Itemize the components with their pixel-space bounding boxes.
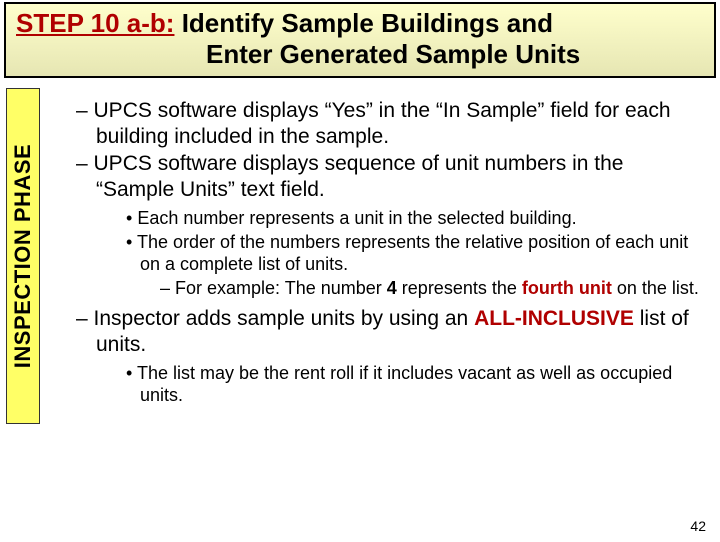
- list-item: The list may be the rent roll if it incl…: [58, 363, 702, 407]
- list-item: The order of the numbers represents the …: [58, 232, 702, 276]
- title-line-1: STEP 10 a-b: Identify Sample Buildings a…: [16, 8, 704, 39]
- list-item: Inspector adds sample units by using an …: [58, 306, 702, 357]
- list-item: UPCS software displays sequence of unit …: [58, 151, 702, 202]
- list-item: Each number represents a unit in the sel…: [58, 208, 702, 230]
- phase-label: INSPECTION PHASE: [10, 144, 36, 368]
- title-line-2: Enter Generated Sample Units: [16, 39, 704, 70]
- sub-list: Each number represents a unit in the sel…: [58, 208, 702, 300]
- highlight-text: ALL-INCLUSIVE: [474, 307, 634, 330]
- title-rest: Identify Sample Buildings and: [174, 8, 553, 38]
- list-item: For example: The number 4 represents the…: [58, 278, 702, 300]
- number-emphasis: 4: [387, 278, 397, 298]
- sub-list: The list may be the rent roll if it incl…: [58, 363, 702, 407]
- phase-sidebar: INSPECTION PHASE: [6, 88, 40, 424]
- title-header: STEP 10 a-b: Identify Sample Buildings a…: [4, 2, 716, 78]
- slide-content: UPCS software displays “Yes” in the “In …: [58, 98, 702, 413]
- highlight-text: fourth unit: [522, 278, 612, 298]
- page-number: 42: [690, 518, 706, 534]
- step-label: STEP 10 a-b:: [16, 8, 174, 38]
- list-item: UPCS software displays “Yes” in the “In …: [58, 98, 702, 149]
